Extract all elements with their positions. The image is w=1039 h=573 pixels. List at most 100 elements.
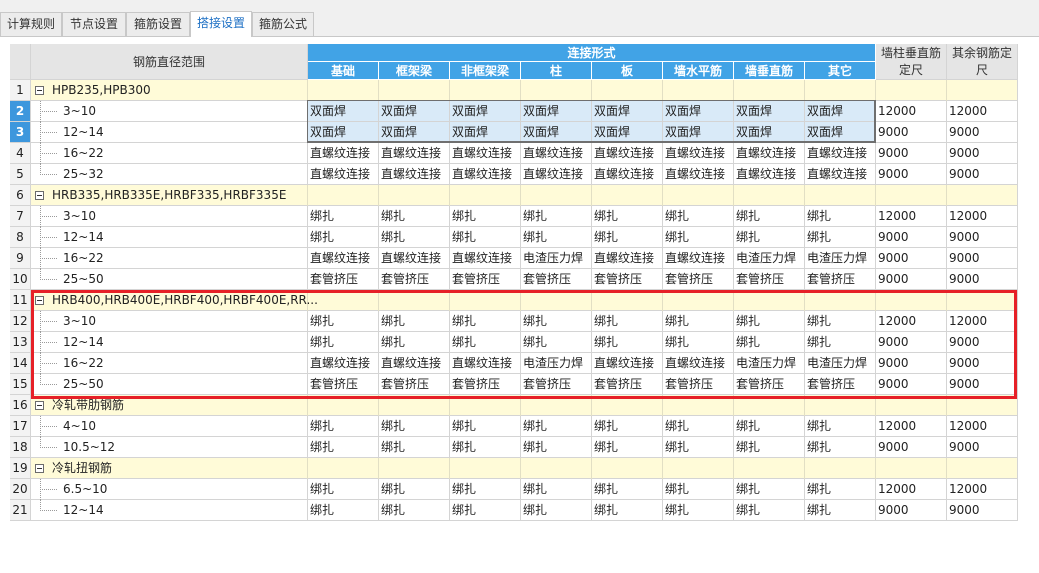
connection-frame-beam-cell[interactable]: 直螺纹连接 — [379, 164, 450, 185]
connection-column-cell[interactable]: 绑扎 — [521, 227, 592, 248]
wall-column-length-cell[interactable]: 12000 — [876, 206, 947, 227]
diameter-range-cell[interactable]: 12~14 — [31, 227, 308, 248]
connection-non-frame-beam-cell[interactable]: 绑扎 — [450, 206, 521, 227]
connection-non-frame-beam-cell[interactable]: 绑扎 — [450, 227, 521, 248]
row-number[interactable]: 6 — [10, 185, 31, 206]
connection-wall-horizontal-cell[interactable]: 绑扎 — [663, 437, 734, 458]
wall-column-length-cell[interactable]: 9000 — [876, 437, 947, 458]
connection-foundation-cell[interactable]: 绑扎 — [308, 206, 379, 227]
connection-column-cell[interactable]: 电渣压力焊 — [521, 353, 592, 374]
row-number[interactable]: 7 — [10, 206, 31, 227]
connection-foundation-cell[interactable]: 绑扎 — [308, 437, 379, 458]
other-bar-length-cell[interactable]: 9000 — [947, 500, 1018, 521]
diameter-range-cell[interactable]: 25~32 — [31, 164, 308, 185]
row-number[interactable]: 18 — [10, 437, 31, 458]
other-bar-length-cell[interactable]: 9000 — [947, 332, 1018, 353]
connection-column-cell[interactable]: 套管挤压 — [521, 374, 592, 395]
row-number[interactable]: 8 — [10, 227, 31, 248]
connection-wall-horizontal-cell[interactable]: 直螺纹连接 — [663, 143, 734, 164]
connection-other-cell[interactable]: 绑扎 — [805, 311, 876, 332]
connection-wall-vertical-cell[interactable]: 绑扎 — [734, 479, 805, 500]
connection-slab-cell[interactable]: 绑扎 — [592, 479, 663, 500]
wall-column-length-cell[interactable]: 12000 — [876, 416, 947, 437]
connection-foundation-cell[interactable]: 直螺纹连接 — [308, 164, 379, 185]
connection-wall-vertical-cell[interactable]: 双面焊 — [734, 122, 805, 143]
other-bar-length-cell[interactable]: 9000 — [947, 437, 1018, 458]
connection-wall-vertical-cell[interactable]: 直螺纹连接 — [734, 143, 805, 164]
other-bar-length-cell[interactable]: 12000 — [947, 479, 1018, 500]
connection-column-cell[interactable]: 绑扎 — [521, 437, 592, 458]
row-number[interactable]: 9 — [10, 248, 31, 269]
diameter-range-cell[interactable]: 12~14 — [31, 500, 308, 521]
connection-frame-beam-cell[interactable]: 套管挤压 — [379, 269, 450, 290]
connection-non-frame-beam-cell[interactable]: 直螺纹连接 — [450, 248, 521, 269]
other-bar-length-cell[interactable]: 9000 — [947, 353, 1018, 374]
connection-column-cell[interactable]: 双面焊 — [521, 122, 592, 143]
other-bar-length-cell[interactable]: 9000 — [947, 122, 1018, 143]
connection-slab-cell[interactable]: 双面焊 — [592, 122, 663, 143]
connection-slab-cell[interactable]: 双面焊 — [592, 101, 663, 122]
row-number[interactable]: 20 — [10, 479, 31, 500]
connection-slab-cell[interactable]: 绑扎 — [592, 500, 663, 521]
row-number[interactable]: 15 — [10, 374, 31, 395]
group-row-background[interactable] — [31, 395, 1018, 416]
wall-column-length-cell[interactable]: 9000 — [876, 269, 947, 290]
row-number[interactable]: 4 — [10, 143, 31, 164]
collapse-toggle-icon[interactable] — [35, 296, 44, 305]
diameter-range-cell[interactable]: 12~14 — [31, 122, 308, 143]
connection-column-cell[interactable]: 绑扎 — [521, 311, 592, 332]
connection-foundation-cell[interactable]: 双面焊 — [308, 122, 379, 143]
connection-wall-vertical-cell[interactable]: 直螺纹连接 — [734, 164, 805, 185]
other-bar-length-cell[interactable]: 12000 — [947, 311, 1018, 332]
connection-wall-horizontal-cell[interactable]: 套管挤压 — [663, 374, 734, 395]
connection-non-frame-beam-cell[interactable]: 绑扎 — [450, 479, 521, 500]
connection-other-cell[interactable]: 套管挤压 — [805, 269, 876, 290]
connection-foundation-cell[interactable]: 绑扎 — [308, 332, 379, 353]
connection-other-cell[interactable]: 绑扎 — [805, 206, 876, 227]
connection-other-cell[interactable]: 电渣压力焊 — [805, 248, 876, 269]
connection-wall-horizontal-cell[interactable]: 绑扎 — [663, 500, 734, 521]
diameter-range-cell[interactable]: 25~50 — [31, 269, 308, 290]
row-number[interactable]: 17 — [10, 416, 31, 437]
connection-frame-beam-cell[interactable]: 绑扎 — [379, 311, 450, 332]
wall-column-length-cell[interactable]: 9000 — [876, 227, 947, 248]
row-number[interactable]: 13 — [10, 332, 31, 353]
wall-column-length-cell[interactable]: 12000 — [876, 311, 947, 332]
connection-column-cell[interactable]: 套管挤压 — [521, 269, 592, 290]
other-bar-length-cell[interactable]: 12000 — [947, 101, 1018, 122]
connection-non-frame-beam-cell[interactable]: 绑扎 — [450, 416, 521, 437]
other-bar-length-cell[interactable]: 12000 — [947, 416, 1018, 437]
connection-wall-vertical-cell[interactable]: 绑扎 — [734, 332, 805, 353]
connection-slab-cell[interactable]: 直螺纹连接 — [592, 164, 663, 185]
connection-non-frame-beam-cell[interactable]: 绑扎 — [450, 437, 521, 458]
other-bar-length-cell[interactable]: 9000 — [947, 248, 1018, 269]
connection-other-cell[interactable]: 直螺纹连接 — [805, 143, 876, 164]
connection-column-cell[interactable]: 绑扎 — [521, 479, 592, 500]
diameter-range-cell[interactable]: 16~22 — [31, 248, 308, 269]
diameter-range-cell[interactable]: 10.5~12 — [31, 437, 308, 458]
diameter-range-cell[interactable]: 4~10 — [31, 416, 308, 437]
connection-non-frame-beam-cell[interactable]: 绑扎 — [450, 500, 521, 521]
collapse-toggle-icon[interactable] — [35, 401, 44, 410]
connection-non-frame-beam-cell[interactable]: 绑扎 — [450, 332, 521, 353]
connection-wall-vertical-cell[interactable]: 套管挤压 — [734, 374, 805, 395]
connection-wall-horizontal-cell[interactable]: 双面焊 — [663, 122, 734, 143]
other-bar-length-cell[interactable]: 9000 — [947, 143, 1018, 164]
connection-frame-beam-cell[interactable]: 双面焊 — [379, 101, 450, 122]
connection-frame-beam-cell[interactable]: 绑扎 — [379, 416, 450, 437]
connection-wall-vertical-cell[interactable]: 绑扎 — [734, 311, 805, 332]
connection-wall-horizontal-cell[interactable]: 绑扎 — [663, 332, 734, 353]
connection-wall-vertical-cell[interactable]: 绑扎 — [734, 500, 805, 521]
connection-frame-beam-cell[interactable]: 绑扎 — [379, 227, 450, 248]
connection-other-cell[interactable]: 绑扎 — [805, 332, 876, 353]
connection-column-cell[interactable]: 绑扎 — [521, 416, 592, 437]
connection-wall-horizontal-cell[interactable]: 绑扎 — [663, 227, 734, 248]
connection-other-cell[interactable]: 直螺纹连接 — [805, 164, 876, 185]
connection-foundation-cell[interactable]: 直螺纹连接 — [308, 353, 379, 374]
connection-column-cell[interactable]: 直螺纹连接 — [521, 143, 592, 164]
connection-frame-beam-cell[interactable]: 套管挤压 — [379, 374, 450, 395]
connection-frame-beam-cell[interactable]: 绑扎 — [379, 206, 450, 227]
connection-column-cell[interactable]: 绑扎 — [521, 500, 592, 521]
connection-wall-horizontal-cell[interactable]: 绑扎 — [663, 416, 734, 437]
row-number[interactable]: 1 — [10, 80, 31, 101]
